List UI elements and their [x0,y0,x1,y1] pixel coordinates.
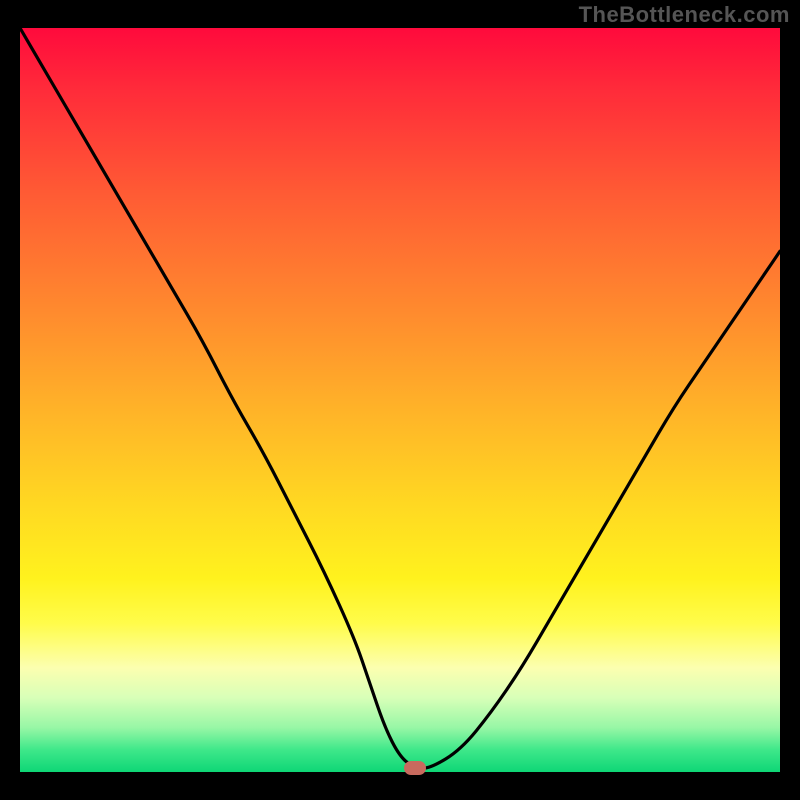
chart-frame: TheBottleneck.com [0,0,800,800]
plot-area [20,28,780,772]
optimal-point-marker [404,761,426,775]
curve-svg [20,28,780,772]
watermark-text: TheBottleneck.com [579,2,790,28]
bottleneck-curve [20,28,780,768]
